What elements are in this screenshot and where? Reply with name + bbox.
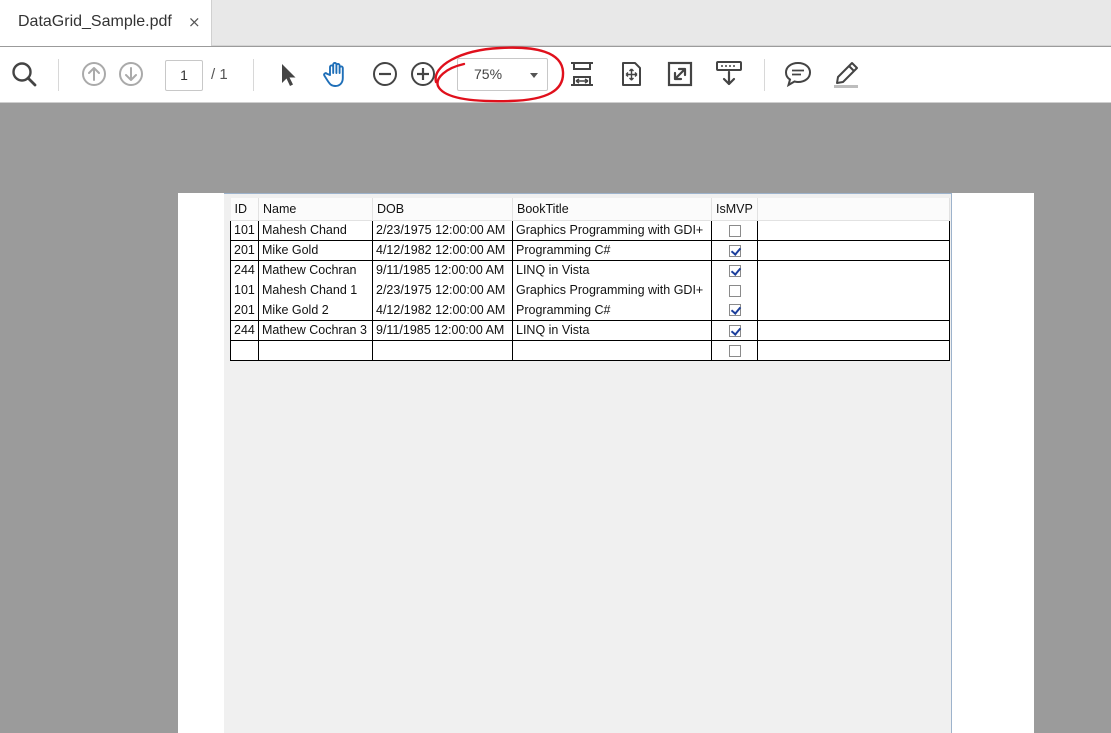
cell-filler xyxy=(757,300,950,321)
mvp-checkbox[interactable] xyxy=(728,304,741,317)
document-viewport[interactable]: ID Name DOB BookTitle IsMVP 101 Mahesh C… xyxy=(0,104,1111,733)
cell-booktitle[interactable]: Programming C# xyxy=(512,300,712,321)
tab-bar: DataGrid_Sample.pdf × xyxy=(0,0,1111,46)
column-header-dob[interactable]: DOB xyxy=(372,198,513,221)
page-total: / 1 xyxy=(211,66,228,83)
chevron-down-icon xyxy=(530,73,538,78)
cell-name[interactable]: Mahesh Chand 1 xyxy=(258,280,373,300)
cell-name[interactable]: Mathew Cochran 3 xyxy=(258,320,373,341)
cell-booktitle[interactable]: Programming C# xyxy=(512,240,712,261)
fullscreen-icon[interactable] xyxy=(665,59,695,89)
zoom-dropdown[interactable]: 75% xyxy=(457,58,548,91)
comment-icon[interactable] xyxy=(783,59,813,89)
zoom-out-icon[interactable] xyxy=(370,59,400,89)
cell-name[interactable]: Mike Gold xyxy=(258,240,373,261)
cell-name[interactable]: Mahesh Chand xyxy=(258,219,373,241)
cell-booktitle[interactable]: LINQ in Vista xyxy=(512,260,712,280)
column-header-name[interactable]: Name xyxy=(258,198,373,221)
cell-dob[interactable]: 9/11/1985 12:00:00 AM xyxy=(372,320,513,341)
zoom-in-icon[interactable] xyxy=(408,59,438,89)
table-row[interactable]: 244 Mathew Cochran 9/11/1985 12:00:00 AM… xyxy=(230,260,950,280)
cell-dob[interactable] xyxy=(372,340,513,361)
table-row[interactable]: 201 Mike Gold 4/12/1982 12:00:00 AM Prog… xyxy=(230,240,950,261)
cell-filler xyxy=(757,240,950,261)
table-row[interactable]: 201 Mike Gold 2 4/12/1982 12:00:00 AM Pr… xyxy=(230,300,950,321)
cell-filler xyxy=(757,280,950,300)
table-row[interactable]: 101 Mahesh Chand 2/23/1975 12:00:00 AM G… xyxy=(230,219,950,241)
toolbar-separator xyxy=(764,59,765,91)
toolbar-separator xyxy=(253,59,254,91)
cell-id[interactable]: 244 xyxy=(230,260,259,280)
cell-booktitle[interactable] xyxy=(512,340,712,361)
column-header-ismvp[interactable]: IsMVP xyxy=(711,198,758,221)
cell-dob[interactable]: 4/12/1982 12:00:00 AM xyxy=(372,240,513,261)
cell-booktitle[interactable]: Graphics Programming with GDI+ xyxy=(512,219,712,241)
mvp-checkbox[interactable] xyxy=(728,244,741,257)
select-arrow-icon[interactable] xyxy=(273,59,303,89)
cell-id[interactable]: 201 xyxy=(230,240,259,261)
page-number-input[interactable]: 1 xyxy=(165,60,203,91)
page-up-icon[interactable] xyxy=(79,59,109,89)
document-tab[interactable]: DataGrid_Sample.pdf × xyxy=(0,0,212,46)
cell-id[interactable]: 201 xyxy=(230,300,259,321)
cell-id[interactable] xyxy=(230,340,259,361)
search-icon[interactable] xyxy=(9,59,39,89)
cell-filler xyxy=(757,219,950,241)
cell-ismvp[interactable] xyxy=(711,320,758,341)
toolbar-separator xyxy=(58,59,59,91)
cell-id[interactable]: 101 xyxy=(230,219,259,241)
cell-ismvp[interactable] xyxy=(711,340,758,361)
cell-ismvp[interactable] xyxy=(711,219,758,241)
cell-id[interactable]: 101 xyxy=(230,280,259,300)
cell-booktitle[interactable]: LINQ in Vista xyxy=(512,320,712,341)
toolbar: 1 / 1 75% xyxy=(0,47,1111,103)
table-row-new[interactable] xyxy=(230,340,950,361)
pdf-page: ID Name DOB BookTitle IsMVP 101 Mahesh C… xyxy=(178,193,1034,733)
cell-name[interactable]: Mathew Cochran xyxy=(258,260,373,280)
read-mode-icon[interactable] xyxy=(714,59,744,89)
hand-tool-icon[interactable] xyxy=(321,59,351,89)
cell-booktitle[interactable]: Graphics Programming with GDI+ xyxy=(512,280,712,300)
fit-page-icon[interactable] xyxy=(616,59,646,89)
mvp-checkbox[interactable] xyxy=(728,284,741,297)
column-header-booktitle[interactable]: BookTitle xyxy=(512,198,712,221)
zoom-value: 75% xyxy=(474,66,503,82)
cell-id[interactable]: 244 xyxy=(230,320,259,341)
table-row[interactable]: 244 Mathew Cochran 3 9/11/1985 12:00:00 … xyxy=(230,320,950,341)
fit-width-icon[interactable] xyxy=(567,59,597,89)
cell-name[interactable] xyxy=(258,340,373,361)
table-row[interactable]: 101 Mahesh Chand 1 2/23/1975 12:00:00 AM… xyxy=(230,280,950,300)
mvp-checkbox[interactable] xyxy=(728,324,741,337)
column-header-id[interactable]: ID xyxy=(230,198,259,221)
cell-ismvp[interactable] xyxy=(711,240,758,261)
page-down-icon[interactable] xyxy=(116,59,146,89)
cell-ismvp[interactable] xyxy=(711,300,758,321)
cell-dob[interactable]: 9/11/1985 12:00:00 AM xyxy=(372,260,513,280)
close-icon[interactable]: × xyxy=(188,13,201,31)
cell-ismvp[interactable] xyxy=(711,280,758,300)
cell-ismvp[interactable] xyxy=(711,260,758,280)
cell-dob[interactable]: 4/12/1982 12:00:00 AM xyxy=(372,300,513,321)
highlight-pen-icon[interactable] xyxy=(831,59,861,89)
data-grid: ID Name DOB BookTitle IsMVP 101 Mahesh C… xyxy=(230,198,950,361)
cell-filler xyxy=(757,340,950,361)
cell-name[interactable]: Mike Gold 2 xyxy=(258,300,373,321)
column-header-filler xyxy=(757,198,950,221)
mvp-checkbox[interactable] xyxy=(728,264,741,277)
tab-title: DataGrid_Sample.pdf xyxy=(18,13,172,30)
mvp-checkbox[interactable] xyxy=(728,224,741,237)
cell-filler xyxy=(757,260,950,280)
cell-filler xyxy=(757,320,950,341)
datagrid-area: ID Name DOB BookTitle IsMVP 101 Mahesh C… xyxy=(224,193,952,733)
cell-dob[interactable]: 2/23/1975 12:00:00 AM xyxy=(372,219,513,241)
cell-dob[interactable]: 2/23/1975 12:00:00 AM xyxy=(372,280,513,300)
mvp-checkbox[interactable] xyxy=(728,344,741,357)
